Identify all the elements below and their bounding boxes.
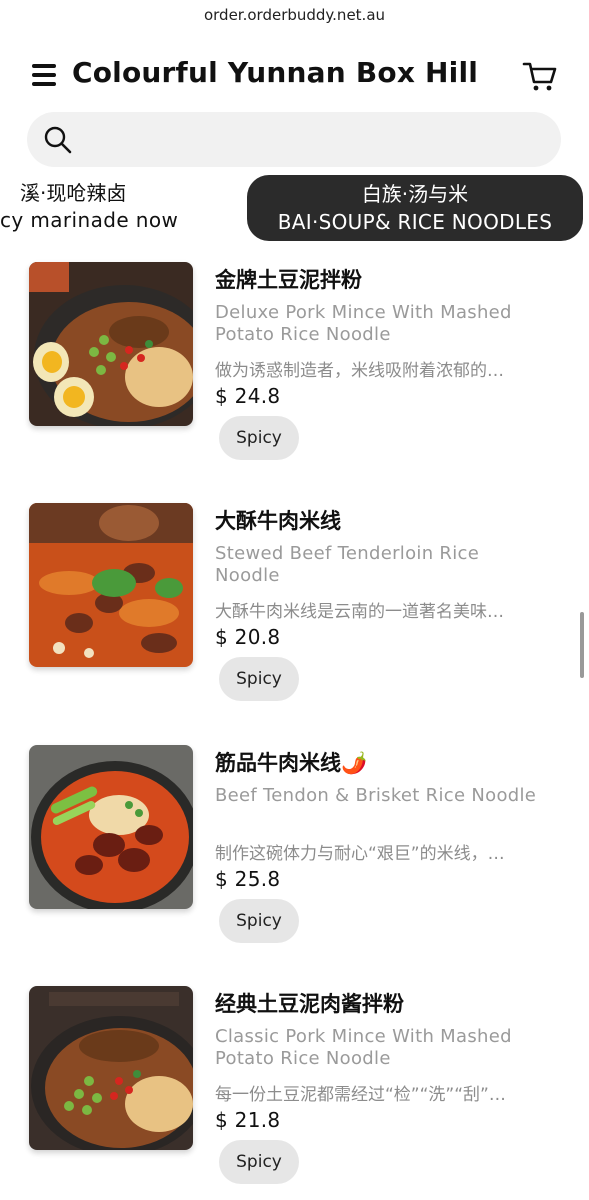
dish-price: $ 21.8 xyxy=(215,1108,281,1132)
scrollbar[interactable] xyxy=(580,612,584,678)
dish-name-en: Beef Tendon & Brisket Rice Noodle xyxy=(215,785,537,806)
category-tab-previous-en: cy marinade now xyxy=(0,208,179,232)
spicy-tag: Spicy xyxy=(219,1140,299,1184)
dish-name-zh: 金牌土豆泥拌粉 xyxy=(215,268,362,292)
dish-name-en: Classic Pork Mince With Mashed Potato Ri… xyxy=(215,1026,512,1069)
category-tab-active[interactable]: 白族·汤与米 BAI·SOUP& RICE NOODLES xyxy=(247,175,583,241)
dish-name-en: Deluxe Pork Mince With Mashed Potato Ric… xyxy=(215,302,512,345)
search-icon xyxy=(43,125,73,155)
dish-price: $ 24.8 xyxy=(215,384,281,408)
dish-image[interactable] xyxy=(29,745,193,909)
dish-image[interactable] xyxy=(29,262,193,426)
spicy-tag: Spicy xyxy=(219,416,299,460)
category-tab-active-en: BAI·SOUP& RICE NOODLES xyxy=(277,210,553,234)
category-tab-previous-zh: 溪·现呛辣卤 xyxy=(20,181,127,205)
dish-description: 制作这碗体力与耐心“艰巨”的米线，… xyxy=(215,844,505,864)
menu-item[interactable]: 筋品牛肉米线🌶️ Beef Tendon & Brisket Rice Nood… xyxy=(0,745,589,975)
search-bar[interactable] xyxy=(27,112,561,167)
dish-image[interactable] xyxy=(29,503,193,667)
restaurant-title: Colourful Yunnan Box Hill xyxy=(72,56,479,89)
hamburger-menu-icon[interactable] xyxy=(32,64,56,86)
category-tab-active-zh: 白族·汤与米 xyxy=(361,182,469,206)
dish-name-zh: 大酥牛肉米线 xyxy=(215,509,341,533)
dish-description: 做为诱惑制造者，米线吸附着浓郁的… xyxy=(215,361,504,381)
dish-price: $ 25.8 xyxy=(215,867,281,891)
dish-price: $ 20.8 xyxy=(215,625,281,649)
dish-description: 大酥牛肉米线是云南的一道著名美味… xyxy=(215,602,504,622)
shopping-cart-icon[interactable] xyxy=(522,58,558,94)
spicy-tag: Spicy xyxy=(219,899,299,943)
dish-name-zh: 经典土豆泥肉酱拌粉 xyxy=(215,992,404,1016)
dish-description: 每一份土豆泥都需经过“检”“洗”“刮”… xyxy=(215,1085,506,1105)
menu-item[interactable]: 经典土豆泥肉酱拌粉 Classic Pork Mince With Mashed… xyxy=(0,986,589,1200)
app-header: Colourful Yunnan Box Hill xyxy=(0,50,589,102)
dish-name-zh: 筋品牛肉米线🌶️ xyxy=(215,751,368,775)
menu-item[interactable]: 金牌土豆泥拌粉 Deluxe Pork Mince With Mashed Po… xyxy=(0,262,589,492)
category-tabs: 溪·现呛辣卤 cy marinade now 白族·汤与米 BAI·SOUP& … xyxy=(0,172,589,244)
spicy-tag: Spicy xyxy=(219,657,299,701)
dish-image[interactable] xyxy=(29,986,193,1150)
category-tab-previous[interactable]: 溪·现呛辣卤 cy marinade now xyxy=(0,180,230,234)
browser-url[interactable]: order.orderbuddy.net.au xyxy=(0,0,589,32)
menu-item[interactable]: 大酥牛肉米线 Stewed Beef Tenderloin Rice Noodl… xyxy=(0,503,589,733)
search-input[interactable] xyxy=(87,122,547,158)
dish-name-en: Stewed Beef Tenderloin Rice Noodle xyxy=(215,543,480,586)
